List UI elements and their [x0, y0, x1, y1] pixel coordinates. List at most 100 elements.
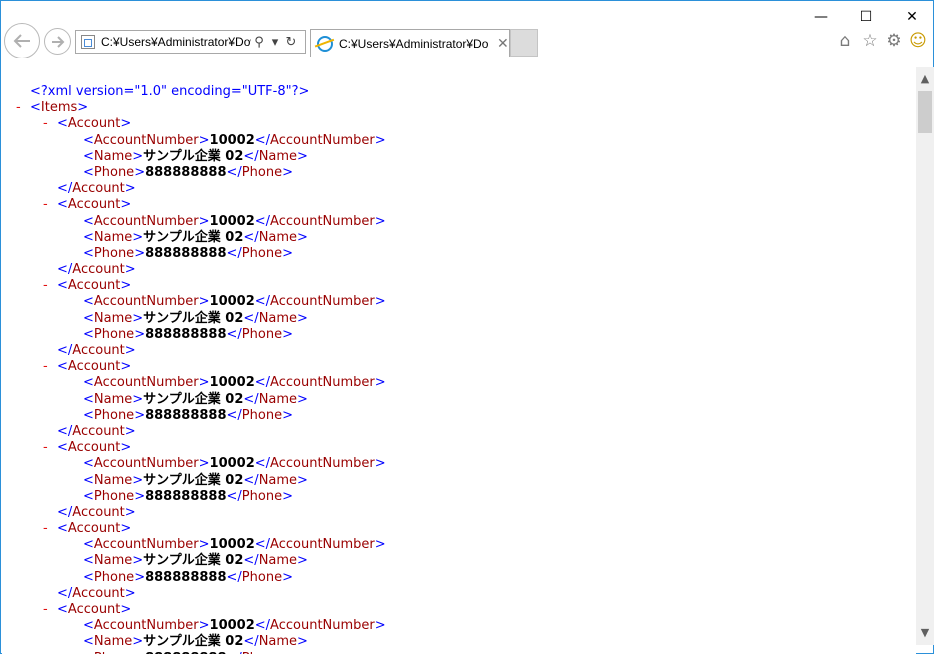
tag-bracket: </	[254, 294, 271, 310]
tag-name: AccountNumber	[270, 375, 375, 391]
tag-name: Phone	[241, 245, 283, 261]
tag-bracket: >	[282, 651, 293, 654]
tag-name: Name	[93, 310, 133, 326]
collapse-toggle[interactable]: -	[43, 197, 48, 213]
address-text[interactable]: C:¥Users¥Administrator¥Dow	[101, 35, 251, 49]
collapse-toggle[interactable]: -	[16, 100, 21, 116]
tag-name: Account	[67, 602, 121, 617]
vertical-scrollbar[interactable]: ▲ ▼	[916, 67, 934, 645]
tag-bracket: <	[57, 116, 68, 132]
tag-bracket: >	[374, 375, 386, 391]
tab-current[interactable]: C:¥Users¥Administrator¥Do... ✕	[310, 29, 510, 57]
tag-bracket: <	[83, 132, 94, 148]
tag-bracket: </	[254, 132, 271, 148]
xml-document: <?xml version="1.0" encoding="UTF-8"?> - <…	[2, 84, 386, 654]
search-icon[interactable]: ⚲	[251, 35, 267, 50]
field-line: <AccountNumber>10002</AccountNumber>	[2, 214, 386, 230]
field-line: <Name>サンプル企業 02</Name>	[2, 311, 386, 327]
account-open-line: - <Account>	[2, 359, 386, 375]
favorites-star-icon[interactable]: ☆	[860, 31, 880, 51]
scroll-up-icon[interactable]: ▲	[916, 69, 934, 87]
collapse-toggle[interactable]: -	[43, 602, 48, 618]
tag-bracket: >	[134, 651, 145, 654]
tag-bracket: <	[83, 472, 94, 488]
new-tab-button[interactable]	[510, 29, 538, 57]
field-line: <Phone>888888888</Phone>	[2, 246, 386, 262]
field-line: <AccountNumber>10002</AccountNumber>	[2, 618, 386, 634]
tag-bracket: >	[134, 407, 146, 423]
dropdown-icon[interactable]: ▾	[267, 35, 283, 50]
field-value: 888888888	[145, 488, 227, 504]
tab-close-button[interactable]: ✕	[497, 36, 509, 52]
tag-bracket: >	[134, 488, 146, 504]
home-icon[interactable]: ⌂	[835, 31, 855, 51]
tag-name: AccountNumber	[93, 294, 199, 310]
field-line: <Phone>888888888</Phone>	[2, 570, 386, 586]
tag-bracket: >	[297, 310, 308, 326]
tag-bracket: <	[57, 602, 68, 617]
field-value: 888888888	[145, 569, 227, 585]
close-window-button[interactable]: ✕	[889, 5, 934, 29]
tag-bracket: >	[132, 391, 144, 407]
tag-bracket: </	[226, 488, 242, 504]
tag-bracket: >	[132, 229, 144, 245]
account-close-line: </Account>	[2, 262, 386, 278]
xml-viewer: <?xml version="1.0" encoding="UTF-8"?> - <…	[2, 58, 916, 654]
field-value: 10002	[209, 213, 255, 229]
tag-bracket: >	[198, 375, 210, 391]
back-button[interactable]	[4, 23, 40, 59]
feedback-smiley-icon[interactable]: ☺	[908, 31, 928, 51]
maximize-button[interactable]: ☐	[843, 5, 889, 29]
back-arrow-icon	[13, 34, 30, 48]
account-open-line: - <Account>	[2, 197, 386, 213]
field-line: <Phone>888888888</Phone>	[2, 651, 386, 654]
xml-root-line: - <Items>	[2, 100, 386, 116]
tag-name: Name	[93, 553, 133, 569]
tag-name: Phone	[242, 651, 282, 654]
scrollbar-thumb[interactable]	[918, 91, 932, 133]
tag-name: AccountNumber	[270, 213, 375, 229]
collapse-toggle[interactable]: -	[43, 116, 48, 132]
tag-bracket: >	[120, 602, 132, 617]
minimize-button[interactable]: —	[798, 5, 844, 29]
tag-name: Phone	[93, 488, 135, 504]
settings-gear-icon[interactable]: ⚙	[884, 31, 904, 51]
tag-name: Account	[67, 359, 121, 375]
tag-bracket: >	[297, 148, 308, 164]
tag-name: Name	[258, 391, 298, 407]
scroll-down-icon[interactable]: ▼	[916, 623, 934, 641]
tag-bracket: >	[374, 294, 386, 310]
field-line: <AccountNumber>10002</AccountNumber>	[2, 294, 386, 310]
address-bar[interactable]: C:¥Users¥Administrator¥Dow ⚲ ▾ ↻	[75, 30, 306, 54]
tag-bracket: >	[132, 634, 144, 650]
collapse-toggle[interactable]: -	[43, 359, 48, 375]
tag-bracket: >	[124, 343, 136, 358]
tag-bracket: </	[243, 310, 259, 326]
tag-name: AccountNumber	[270, 537, 375, 553]
tag-bracket: >	[120, 116, 132, 132]
tag-bracket: <	[83, 651, 94, 654]
collapse-toggle[interactable]: -	[43, 440, 48, 456]
collapse-toggle[interactable]: -	[43, 278, 48, 294]
tag-bracket: >	[374, 132, 386, 148]
field-value: 888888888	[145, 651, 226, 654]
tag-bracket: >	[198, 132, 210, 148]
tag-bracket: >	[134, 569, 146, 585]
collapse-toggle[interactable]: -	[43, 521, 48, 537]
tag-bracket: >	[198, 456, 210, 472]
tag-bracket: </	[243, 391, 259, 407]
tag-name: Name	[258, 229, 298, 245]
tag-name: Account	[72, 262, 125, 278]
tab-title: C:¥Users¥Administrator¥Do...	[339, 36, 489, 51]
tag-bracket: >	[282, 407, 293, 423]
tag-bracket: <	[83, 537, 94, 553]
tag-name: AccountNumber	[93, 132, 199, 148]
tag-bracket: >	[297, 553, 308, 569]
field-value: 10002	[209, 456, 255, 472]
tag-bracket: <	[83, 164, 94, 180]
field-value: サンプル企業 02	[143, 472, 244, 488]
refresh-icon[interactable]: ↻	[283, 35, 299, 50]
forward-button[interactable]	[44, 28, 71, 55]
tag-bracket: <	[83, 148, 94, 164]
tag-bracket: >	[282, 245, 293, 261]
